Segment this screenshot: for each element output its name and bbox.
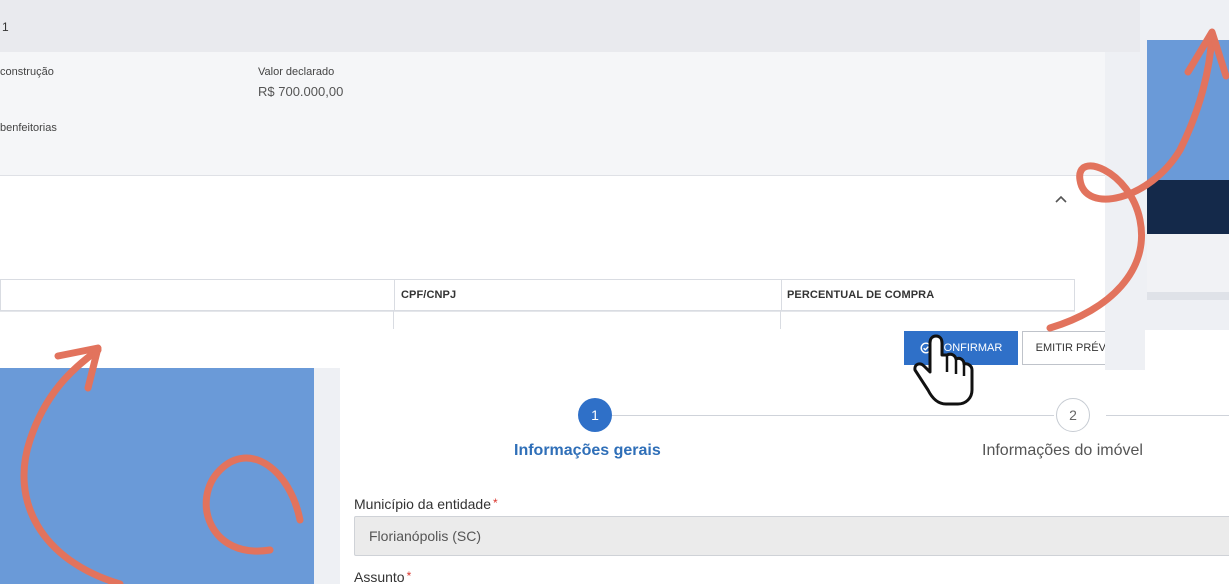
buyers-table-header: CPF/CNPJ PERCENTUAL DE COMPRA [0, 279, 1075, 312]
municipio-input[interactable] [354, 516, 1229, 556]
column-separator [393, 311, 394, 329]
valor-declarado-label: Valor declarado [258, 66, 335, 78]
assunto-label-text: Assunto [354, 569, 405, 584]
page-scroll-gutter [1105, 52, 1145, 370]
registration-form-screenshot: 1 Informações gerais 2 Informações do im… [342, 370, 1229, 584]
column-separator [394, 280, 395, 312]
decorative-navy-block [1147, 180, 1229, 234]
stepper-connector [612, 415, 1054, 416]
benfeitorias-label: benfeitorias [0, 122, 57, 134]
construcao-label: construção [0, 66, 54, 78]
decorative-blue-block [0, 368, 314, 584]
property-details-screenshot: construção Valor declarado R$ 700.000,00… [0, 0, 1150, 370]
decorative-gray-block [1147, 234, 1229, 292]
decorative-gray-strip [1147, 292, 1229, 300]
column-separator [781, 280, 782, 312]
pointer-hand-icon [913, 334, 974, 406]
municipio-label: Município da entidade * [354, 496, 498, 512]
column-header-percentual: PERCENTUAL DE COMPRA [787, 289, 935, 301]
required-marker: * [493, 496, 498, 510]
valor-declarado-value: R$ 700.000,00 [258, 84, 344, 99]
step-1-indicator[interactable]: 1 [578, 398, 612, 432]
entry-number: 1 [2, 20, 9, 34]
top-header-bar: 1 [0, 0, 1229, 52]
column-header-cpf-cnpj: CPF/CNPJ [401, 289, 457, 301]
step-2-label[interactable]: Informações do imóvel [982, 442, 1143, 460]
table-row [0, 311, 1075, 312]
decorative-blue-block [1147, 40, 1229, 180]
step-1-number: 1 [591, 407, 599, 423]
step-2-number: 2 [1069, 407, 1077, 423]
chevron-up-icon[interactable] [1052, 190, 1070, 208]
property-info-panel: construção Valor declarado R$ 700.000,00… [0, 52, 1105, 176]
assunto-label: Assunto * [354, 569, 411, 584]
step-1-label[interactable]: Informações gerais [514, 442, 661, 460]
municipio-label-text: Município da entidade [354, 496, 491, 512]
stepper-connector [1106, 415, 1229, 416]
required-marker: * [406, 569, 412, 583]
step-2-indicator[interactable]: 2 [1056, 398, 1090, 432]
column-separator [780, 311, 781, 329]
